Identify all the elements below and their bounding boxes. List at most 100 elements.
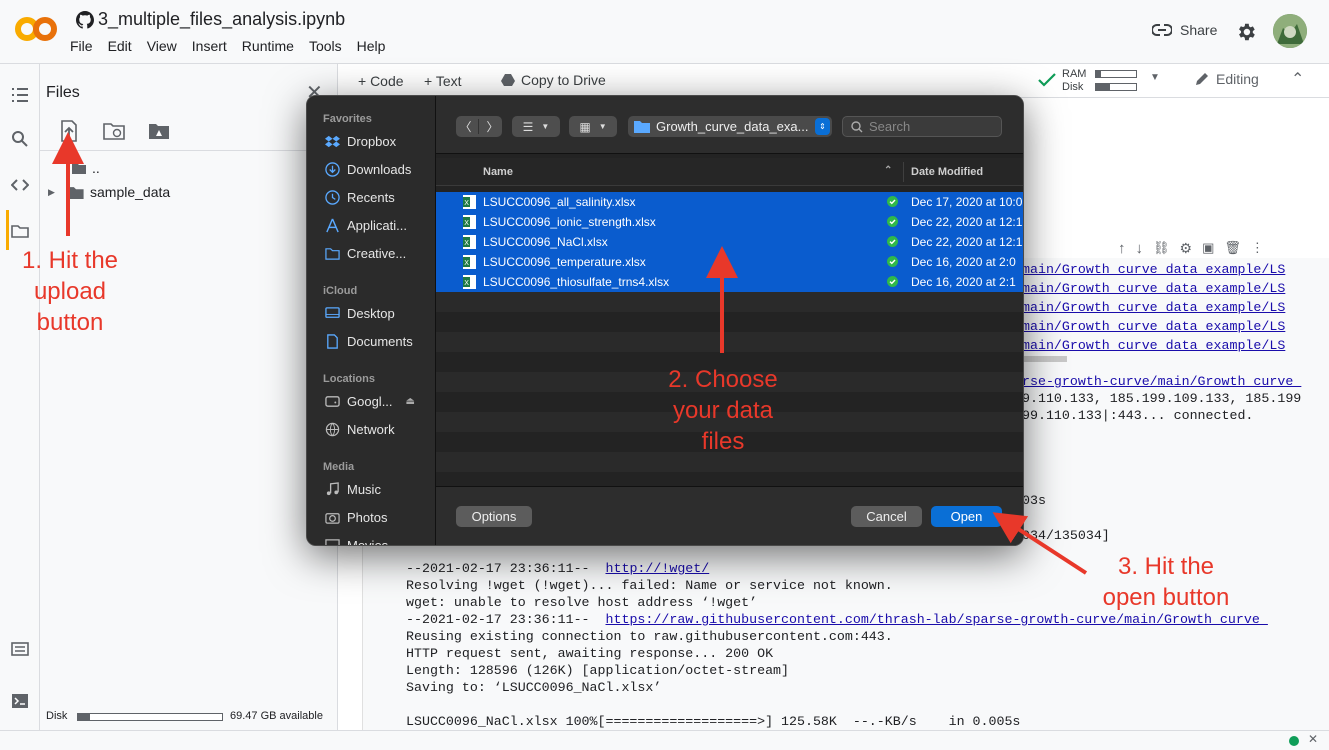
log-link[interactable]: https://raw.githubusercontent.com/thrash… [606,612,1268,627]
file-row[interactable]: X LSUCC0096_NaCl.xlsx Dec 22, 2020 at 12:1 [436,232,1023,252]
options-button[interactable]: Options [456,506,532,527]
menu-file[interactable]: File [70,38,100,54]
code-snippets-icon[interactable] [11,176,29,194]
path-popup[interactable]: Growth_curve_data_exa... ⇕ [628,116,832,137]
menu-runtime[interactable]: Runtime [242,38,301,54]
excel-file-icon: X [463,235,476,249]
move-down-icon[interactable]: ↓ [1136,240,1144,257]
menu-view[interactable]: View [147,38,184,54]
search-placeholder: Search [869,119,911,134]
excel-file-icon: X [463,195,476,209]
more-icon[interactable]: ⋮ [1251,240,1264,256]
file-row[interactable]: X LSUCC0096_temperature.xlsx Dec 16, 2020 … [436,252,1023,272]
sidebar-item-photos[interactable]: Photos [325,510,387,525]
sidebar-item-dropbox[interactable]: Dropbox [325,134,396,149]
collapse-icon[interactable]: ⌃ [1291,69,1304,89]
mirror-cell-icon[interactable]: ▣ [1202,240,1214,256]
log-line: Saving to: ‘LSUCC0096_NaCl.xlsx’ [406,680,662,695]
sidebar-item-movies[interactable]: Movies [325,538,388,545]
gear-icon[interactable] [1235,21,1257,43]
column-date-modified[interactable]: Date Modified [911,166,983,178]
sidebar-item-network[interactable]: Network [325,422,395,437]
gear-icon[interactable]: ⚙ [1180,240,1193,257]
forward-icon[interactable]: 〉 [486,118,498,135]
search-field[interactable]: Search [842,116,1002,137]
sidebar-item-desktop[interactable]: Desktop [325,306,395,321]
file-row[interactable]: X LSUCC0096_thiosulfate_trns4.xlsx Dec 16,… [436,272,1023,292]
expand-arrow-icon[interactable]: ▶ [48,187,62,198]
sidebar-item-label: Dropbox [347,134,397,149]
excel-file-icon: X [463,275,476,289]
sidebar-item-downloads[interactable]: Downloads [325,162,411,177]
sidebar-item-recents[interactable]: Recents [325,190,395,205]
toc-icon[interactable] [11,86,29,104]
file-row[interactable]: X LSUCC0096_all_salinity.xlsx Dec 17, 2020… [436,192,1023,212]
tree-item-sample-data[interactable]: ▶ sample_data [48,184,170,200]
eject-icon[interactable]: ⏏ [406,396,415,407]
dialog-sidebar: Favorites Dropbox Downloads Recents Appl… [307,96,436,545]
log-link[interactable]: http://!wget/ [606,561,710,576]
sidebar-item-applications[interactable]: Applicati... [325,218,407,233]
output-line[interactable]: main/Growth_curve_data_example/LS [1022,262,1285,277]
output-line[interactable]: main/Growth_curve_data_example/LS [1022,319,1285,334]
output-line[interactable]: main/Growth_curve_data_example/LS [1022,338,1285,353]
menu-insert[interactable]: Insert [192,38,234,54]
excel-file-icon: X [463,215,476,229]
mount-drive-icon[interactable] [148,120,170,142]
open-button[interactable]: Open [931,506,1002,527]
sidebar-item-creative[interactable]: Creative... [325,246,406,261]
disk-label: Disk [1062,81,1084,93]
file-row[interactable]: X LSUCC0096_ionic_strength.xlsx Dec 22, 20… [436,212,1023,232]
applications-icon [326,218,339,233]
editing-button[interactable]: Editing [1194,71,1259,87]
download-icon [325,162,340,177]
output-link[interactable]: rse-growth-curve/main/Growth_curve_ [1022,374,1301,389]
sidebar-item-label: Music [347,482,381,497]
dropbox-icon [325,135,340,148]
close-icon[interactable]: ✕ [1308,732,1318,746]
copy-to-drive-button[interactable]: Copy to Drive [501,72,606,88]
link-icon[interactable]: ⛓ [1153,240,1170,256]
notebook-title[interactable]: 3_multiple_files_analysis.ipynb [76,9,345,30]
view-list-button[interactable]: ☰ ▼ [512,116,560,137]
add-text-button[interactable]: + Text [424,73,462,89]
back-icon[interactable]: 〈 [459,118,471,135]
sidebar-item-music[interactable]: Music [325,482,381,497]
upload-icon[interactable] [58,120,80,142]
delete-icon[interactable]: 🗑 [1224,240,1241,256]
colab-logo[interactable] [14,14,58,44]
document-icon [327,334,338,349]
menu-help[interactable]: Help [357,38,393,54]
menu-edit[interactable]: Edit [108,38,139,54]
disk-bar [1095,83,1137,91]
search-icon[interactable] [11,130,29,148]
terminal-icon[interactable] [11,692,29,710]
notebook-title-text[interactable]: 3_multiple_files_analysis.ipynb [98,9,345,30]
share-button[interactable]: Share [1152,22,1217,38]
command-palette-icon[interactable] [11,640,29,658]
menu-tools[interactable]: Tools [309,38,349,54]
resources-indicator[interactable]: RAM Disk [1062,68,1086,94]
output-line[interactable]: main/Growth_curve_data_example/LS [1022,281,1285,296]
view-grid-button[interactable]: ▦ ▼ [569,116,617,137]
log-date: --2021-02-17 23:36:11-- [406,561,606,576]
empty-row [436,292,1023,312]
tree-item-parent[interactable]: .. [72,160,100,176]
svg-text:X: X [464,260,469,267]
sidebar-item-google-drive[interactable]: Googl... ⏏ [325,394,415,409]
avatar[interactable] [1273,14,1307,48]
column-name[interactable]: Name [483,166,513,178]
cancel-button[interactable]: Cancel [851,506,922,527]
move-up-icon[interactable]: ↑ [1118,240,1126,257]
file-name: LSUCC0096_NaCl.xlsx [483,235,608,249]
dialog-main: 〈〉 ☰ ▼ ▦ ▼ Growth_curve_data_exa... ⇕ Sear… [436,96,1023,545]
folder-icon[interactable] [11,222,29,240]
scrollbar[interactable] [1022,356,1067,362]
add-code-button[interactable]: + Code [358,73,404,89]
output-line[interactable]: main/Growth_curve_data_example/LS [1022,300,1285,315]
sidebar-item-label: Downloads [347,162,412,177]
sort-ascending-icon[interactable]: ⌃ [884,165,892,176]
refresh-folder-icon[interactable] [103,120,125,142]
sidebar-item-documents[interactable]: Documents [325,334,413,349]
chevron-down-icon[interactable]: ▼ [1150,72,1160,83]
